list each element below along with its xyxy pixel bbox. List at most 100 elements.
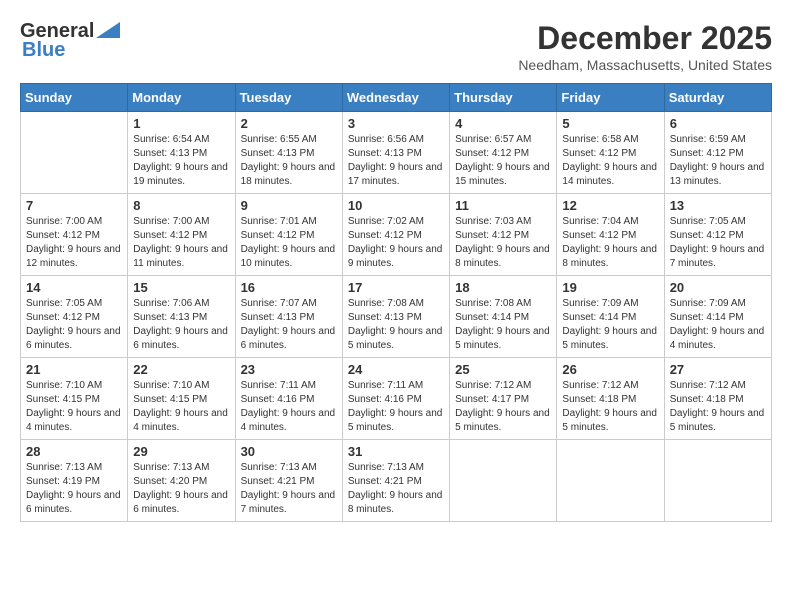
cell-info: Sunrise: 7:01 AMSunset: 4:12 PMDaylight:… <box>241 215 337 271</box>
day-number: 12 <box>562 198 658 213</box>
calendar-week-row: 14 Sunrise: 7:05 AMSunset: 4:12 PMDaylig… <box>21 276 772 358</box>
calendar-cell: 28 Sunrise: 7:13 AMSunset: 4:19 PMDaylig… <box>21 440 128 522</box>
calendar-cell: 25 Sunrise: 7:12 AMSunset: 4:17 PMDaylig… <box>450 358 557 440</box>
calendar-cell <box>664 440 771 522</box>
cell-info: Sunrise: 7:03 AMSunset: 4:12 PMDaylight:… <box>455 215 551 271</box>
day-number: 19 <box>562 280 658 295</box>
day-number: 29 <box>133 444 229 459</box>
cell-info: Sunrise: 6:54 AMSunset: 4:13 PMDaylight:… <box>133 133 229 189</box>
calendar-cell: 1 Sunrise: 6:54 AMSunset: 4:13 PMDayligh… <box>128 112 235 194</box>
calendar-cell: 4 Sunrise: 6:57 AMSunset: 4:12 PMDayligh… <box>450 112 557 194</box>
cell-info: Sunrise: 7:05 AMSunset: 4:12 PMDaylight:… <box>26 297 122 353</box>
calendar-cell: 15 Sunrise: 7:06 AMSunset: 4:13 PMDaylig… <box>128 276 235 358</box>
day-number: 1 <box>133 116 229 131</box>
cell-info: Sunrise: 7:13 AMSunset: 4:21 PMDaylight:… <box>348 461 444 517</box>
calendar-cell: 14 Sunrise: 7:05 AMSunset: 4:12 PMDaylig… <box>21 276 128 358</box>
title-area: December 2025 Needham, Massachusetts, Un… <box>518 20 772 73</box>
cell-info: Sunrise: 7:06 AMSunset: 4:13 PMDaylight:… <box>133 297 229 353</box>
calendar-week-row: 21 Sunrise: 7:10 AMSunset: 4:15 PMDaylig… <box>21 358 772 440</box>
day-number: 11 <box>455 198 551 213</box>
calendar-cell: 10 Sunrise: 7:02 AMSunset: 4:12 PMDaylig… <box>342 194 449 276</box>
calendar-header-row: SundayMondayTuesdayWednesdayThursdayFrid… <box>21 84 772 112</box>
cell-info: Sunrise: 6:55 AMSunset: 4:13 PMDaylight:… <box>241 133 337 189</box>
calendar-table: SundayMondayTuesdayWednesdayThursdayFrid… <box>20 83 772 522</box>
calendar-cell: 24 Sunrise: 7:11 AMSunset: 4:16 PMDaylig… <box>342 358 449 440</box>
cell-info: Sunrise: 7:00 AMSunset: 4:12 PMDaylight:… <box>26 215 122 271</box>
day-number: 20 <box>670 280 766 295</box>
calendar-cell: 13 Sunrise: 7:05 AMSunset: 4:12 PMDaylig… <box>664 194 771 276</box>
page-subtitle: Needham, Massachusetts, United States <box>518 57 772 73</box>
cell-info: Sunrise: 7:08 AMSunset: 4:13 PMDaylight:… <box>348 297 444 353</box>
cell-info: Sunrise: 7:12 AMSunset: 4:17 PMDaylight:… <box>455 379 551 435</box>
cell-info: Sunrise: 6:59 AMSunset: 4:12 PMDaylight:… <box>670 133 766 189</box>
day-number: 7 <box>26 198 122 213</box>
cell-info: Sunrise: 7:00 AMSunset: 4:12 PMDaylight:… <box>133 215 229 271</box>
day-number: 2 <box>241 116 337 131</box>
cell-info: Sunrise: 6:58 AMSunset: 4:12 PMDaylight:… <box>562 133 658 189</box>
calendar-cell: 9 Sunrise: 7:01 AMSunset: 4:12 PMDayligh… <box>235 194 342 276</box>
calendar-day-header: Thursday <box>450 84 557 112</box>
day-number: 18 <box>455 280 551 295</box>
day-number: 24 <box>348 362 444 377</box>
calendar-cell: 2 Sunrise: 6:55 AMSunset: 4:13 PMDayligh… <box>235 112 342 194</box>
calendar-cell: 11 Sunrise: 7:03 AMSunset: 4:12 PMDaylig… <box>450 194 557 276</box>
cell-info: Sunrise: 7:13 AMSunset: 4:19 PMDaylight:… <box>26 461 122 517</box>
calendar-cell: 19 Sunrise: 7:09 AMSunset: 4:14 PMDaylig… <box>557 276 664 358</box>
calendar-week-row: 7 Sunrise: 7:00 AMSunset: 4:12 PMDayligh… <box>21 194 772 276</box>
day-number: 13 <box>670 198 766 213</box>
day-number: 21 <box>26 362 122 377</box>
calendar-cell: 8 Sunrise: 7:00 AMSunset: 4:12 PMDayligh… <box>128 194 235 276</box>
calendar-week-row: 1 Sunrise: 6:54 AMSunset: 4:13 PMDayligh… <box>21 112 772 194</box>
logo: General Blue <box>20 20 120 62</box>
calendar-day-header: Monday <box>128 84 235 112</box>
calendar-cell: 21 Sunrise: 7:10 AMSunset: 4:15 PMDaylig… <box>21 358 128 440</box>
day-number: 6 <box>670 116 766 131</box>
calendar-cell: 23 Sunrise: 7:11 AMSunset: 4:16 PMDaylig… <box>235 358 342 440</box>
calendar-cell: 31 Sunrise: 7:13 AMSunset: 4:21 PMDaylig… <box>342 440 449 522</box>
cell-info: Sunrise: 7:13 AMSunset: 4:20 PMDaylight:… <box>133 461 229 517</box>
calendar-cell: 6 Sunrise: 6:59 AMSunset: 4:12 PMDayligh… <box>664 112 771 194</box>
calendar-cell <box>557 440 664 522</box>
cell-info: Sunrise: 7:12 AMSunset: 4:18 PMDaylight:… <box>562 379 658 435</box>
logo-icon <box>96 22 120 38</box>
cell-info: Sunrise: 7:05 AMSunset: 4:12 PMDaylight:… <box>670 215 766 271</box>
page-title: December 2025 <box>518 20 772 57</box>
calendar-cell: 29 Sunrise: 7:13 AMSunset: 4:20 PMDaylig… <box>128 440 235 522</box>
day-number: 10 <box>348 198 444 213</box>
day-number: 9 <box>241 198 337 213</box>
calendar-cell <box>21 112 128 194</box>
calendar-day-header: Tuesday <box>235 84 342 112</box>
calendar-cell: 12 Sunrise: 7:04 AMSunset: 4:12 PMDaylig… <box>557 194 664 276</box>
cell-info: Sunrise: 6:57 AMSunset: 4:12 PMDaylight:… <box>455 133 551 189</box>
calendar-day-header: Saturday <box>664 84 771 112</box>
cell-info: Sunrise: 7:10 AMSunset: 4:15 PMDaylight:… <box>26 379 122 435</box>
cell-info: Sunrise: 7:04 AMSunset: 4:12 PMDaylight:… <box>562 215 658 271</box>
cell-info: Sunrise: 7:11 AMSunset: 4:16 PMDaylight:… <box>241 379 337 435</box>
day-number: 27 <box>670 362 766 377</box>
day-number: 31 <box>348 444 444 459</box>
cell-info: Sunrise: 7:09 AMSunset: 4:14 PMDaylight:… <box>562 297 658 353</box>
calendar-day-header: Sunday <box>21 84 128 112</box>
calendar-cell: 7 Sunrise: 7:00 AMSunset: 4:12 PMDayligh… <box>21 194 128 276</box>
cell-info: Sunrise: 7:13 AMSunset: 4:21 PMDaylight:… <box>241 461 337 517</box>
day-number: 28 <box>26 444 122 459</box>
calendar-cell: 27 Sunrise: 7:12 AMSunset: 4:18 PMDaylig… <box>664 358 771 440</box>
calendar-cell: 17 Sunrise: 7:08 AMSunset: 4:13 PMDaylig… <box>342 276 449 358</box>
cell-info: Sunrise: 7:08 AMSunset: 4:14 PMDaylight:… <box>455 297 551 353</box>
day-number: 30 <box>241 444 337 459</box>
day-number: 15 <box>133 280 229 295</box>
calendar-cell: 30 Sunrise: 7:13 AMSunset: 4:21 PMDaylig… <box>235 440 342 522</box>
logo-blue-text: Blue <box>22 39 65 62</box>
cell-info: Sunrise: 7:10 AMSunset: 4:15 PMDaylight:… <box>133 379 229 435</box>
calendar-cell: 26 Sunrise: 7:12 AMSunset: 4:18 PMDaylig… <box>557 358 664 440</box>
calendar-cell: 22 Sunrise: 7:10 AMSunset: 4:15 PMDaylig… <box>128 358 235 440</box>
calendar-cell: 5 Sunrise: 6:58 AMSunset: 4:12 PMDayligh… <box>557 112 664 194</box>
page-header: General Blue December 2025 Needham, Mass… <box>20 20 772 73</box>
calendar-cell <box>450 440 557 522</box>
calendar-cell: 18 Sunrise: 7:08 AMSunset: 4:14 PMDaylig… <box>450 276 557 358</box>
day-number: 5 <box>562 116 658 131</box>
day-number: 14 <box>26 280 122 295</box>
cell-info: Sunrise: 7:02 AMSunset: 4:12 PMDaylight:… <box>348 215 444 271</box>
calendar-day-header: Friday <box>557 84 664 112</box>
day-number: 17 <box>348 280 444 295</box>
